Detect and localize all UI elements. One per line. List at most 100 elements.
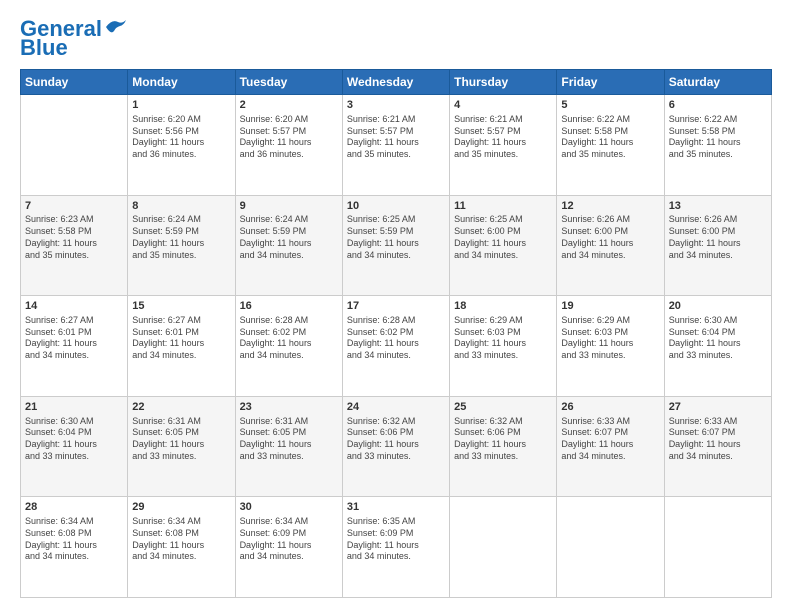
calendar-cell: 25Sunrise: 6:32 AM Sunset: 6:06 PM Dayli… [450, 396, 557, 497]
weekday-header-tuesday: Tuesday [235, 70, 342, 95]
week-row-4: 21Sunrise: 6:30 AM Sunset: 6:04 PM Dayli… [21, 396, 772, 497]
day-info: Sunrise: 6:28 AM Sunset: 6:02 PM Dayligh… [347, 315, 445, 362]
weekday-header-monday: Monday [128, 70, 235, 95]
day-number: 15 [132, 299, 230, 314]
day-number: 8 [132, 199, 230, 214]
calendar-cell: 16Sunrise: 6:28 AM Sunset: 6:02 PM Dayli… [235, 296, 342, 397]
day-info: Sunrise: 6:30 AM Sunset: 6:04 PM Dayligh… [669, 315, 767, 362]
calendar-cell: 20Sunrise: 6:30 AM Sunset: 6:04 PM Dayli… [664, 296, 771, 397]
day-number: 16 [240, 299, 338, 314]
day-number: 21 [25, 400, 123, 415]
day-info: Sunrise: 6:26 AM Sunset: 6:00 PM Dayligh… [561, 214, 659, 261]
day-number: 13 [669, 199, 767, 214]
calendar-cell: 26Sunrise: 6:33 AM Sunset: 6:07 PM Dayli… [557, 396, 664, 497]
day-info: Sunrise: 6:22 AM Sunset: 5:58 PM Dayligh… [561, 114, 659, 161]
day-number: 26 [561, 400, 659, 415]
calendar-cell: 29Sunrise: 6:34 AM Sunset: 6:08 PM Dayli… [128, 497, 235, 598]
weekday-header-thursday: Thursday [450, 70, 557, 95]
day-info: Sunrise: 6:20 AM Sunset: 5:57 PM Dayligh… [240, 114, 338, 161]
day-info: Sunrise: 6:32 AM Sunset: 6:06 PM Dayligh… [454, 416, 552, 463]
day-info: Sunrise: 6:33 AM Sunset: 6:07 PM Dayligh… [561, 416, 659, 463]
calendar-table: SundayMondayTuesdayWednesdayThursdayFrid… [20, 69, 772, 598]
calendar-cell [557, 497, 664, 598]
week-row-2: 7Sunrise: 6:23 AM Sunset: 5:58 PM Daylig… [21, 195, 772, 296]
day-info: Sunrise: 6:28 AM Sunset: 6:02 PM Dayligh… [240, 315, 338, 362]
logo-bird-icon [104, 17, 130, 37]
calendar-cell: 2Sunrise: 6:20 AM Sunset: 5:57 PM Daylig… [235, 95, 342, 196]
day-number: 28 [25, 500, 123, 515]
day-info: Sunrise: 6:33 AM Sunset: 6:07 PM Dayligh… [669, 416, 767, 463]
day-number: 22 [132, 400, 230, 415]
day-info: Sunrise: 6:34 AM Sunset: 6:08 PM Dayligh… [25, 516, 123, 563]
day-number: 17 [347, 299, 445, 314]
calendar-cell: 15Sunrise: 6:27 AM Sunset: 6:01 PM Dayli… [128, 296, 235, 397]
day-info: Sunrise: 6:34 AM Sunset: 6:09 PM Dayligh… [240, 516, 338, 563]
calendar-cell: 7Sunrise: 6:23 AM Sunset: 5:58 PM Daylig… [21, 195, 128, 296]
week-row-3: 14 Sunrise: 6:27 AM Sunset: 6:01 PM Dayli… [21, 296, 772, 397]
day-info: Sunrise: 6:26 AM Sunset: 6:00 PM Dayligh… [669, 214, 767, 261]
day-info: Sunrise: 6:23 AM Sunset: 5:58 PM Dayligh… [25, 214, 123, 261]
day-number: 5 [561, 98, 659, 113]
day-number: 23 [240, 400, 338, 415]
page: General Blue SundayMondayTuesdayWednesda… [0, 0, 792, 612]
calendar-cell: 6Sunrise: 6:22 AM Sunset: 5:58 PM Daylig… [664, 95, 771, 196]
weekday-header-sunday: Sunday [21, 70, 128, 95]
day-number: 2 [240, 98, 338, 113]
logo-wordmark: General Blue [20, 18, 130, 59]
day-number: 29 [132, 500, 230, 515]
calendar-cell: 28Sunrise: 6:34 AM Sunset: 6:08 PM Dayli… [21, 497, 128, 598]
day-number: 30 [240, 500, 338, 515]
day-number: 31 [347, 500, 445, 515]
weekday-header-wednesday: Wednesday [342, 70, 449, 95]
calendar-cell: 23Sunrise: 6:31 AM Sunset: 6:05 PM Dayli… [235, 396, 342, 497]
day-info: Sunrise: 6:24 AM Sunset: 5:59 PM Dayligh… [240, 214, 338, 261]
day-number: 19 [561, 299, 659, 314]
day-number: 24 [347, 400, 445, 415]
calendar-cell: 19Sunrise: 6:29 AM Sunset: 6:03 PM Dayli… [557, 296, 664, 397]
day-number: 11 [454, 199, 552, 214]
day-number: 12 [561, 199, 659, 214]
calendar-cell: 1Sunrise: 6:20 AM Sunset: 5:56 PM Daylig… [128, 95, 235, 196]
calendar-cell: 8Sunrise: 6:24 AM Sunset: 5:59 PM Daylig… [128, 195, 235, 296]
day-number: 14 [25, 299, 123, 314]
calendar-cell: 11Sunrise: 6:25 AM Sunset: 6:00 PM Dayli… [450, 195, 557, 296]
day-info: Sunrise: 6:21 AM Sunset: 5:57 PM Dayligh… [454, 114, 552, 161]
calendar-cell: 12Sunrise: 6:26 AM Sunset: 6:00 PM Dayli… [557, 195, 664, 296]
header: General Blue [20, 18, 772, 59]
calendar-cell: 17Sunrise: 6:28 AM Sunset: 6:02 PM Dayli… [342, 296, 449, 397]
calendar-cell: 14Sunrise: 6:27 AM Sunset: 6:01 PM Dayli… [21, 296, 128, 397]
day-number: 20 [669, 299, 767, 314]
weekday-header-row: SundayMondayTuesdayWednesdayThursdayFrid… [21, 70, 772, 95]
weekday-header-friday: Friday [557, 70, 664, 95]
day-info: Sunrise: 6:32 AM Sunset: 6:06 PM Dayligh… [347, 416, 445, 463]
week-row-5: 28Sunrise: 6:34 AM Sunset: 6:08 PM Dayli… [21, 497, 772, 598]
day-info: Sunrise: 6:35 AM Sunset: 6:09 PM Dayligh… [347, 516, 445, 563]
calendar-cell: 4Sunrise: 6:21 AM Sunset: 5:57 PM Daylig… [450, 95, 557, 196]
calendar-cell: 18Sunrise: 6:29 AM Sunset: 6:03 PM Dayli… [450, 296, 557, 397]
day-info: Sunrise: 6:25 AM Sunset: 6:00 PM Dayligh… [454, 214, 552, 261]
weekday-header-saturday: Saturday [664, 70, 771, 95]
calendar-cell: 10Sunrise: 6:25 AM Sunset: 5:59 PM Dayli… [342, 195, 449, 296]
week-row-1: 1Sunrise: 6:20 AM Sunset: 5:56 PM Daylig… [21, 95, 772, 196]
calendar-cell: 9Sunrise: 6:24 AM Sunset: 5:59 PM Daylig… [235, 195, 342, 296]
day-info: Sunrise: 6:22 AM Sunset: 5:58 PM Dayligh… [669, 114, 767, 161]
calendar-cell [21, 95, 128, 196]
day-number: 3 [347, 98, 445, 113]
day-number: 27 [669, 400, 767, 415]
day-info: Sunrise: 6:21 AM Sunset: 5:57 PM Dayligh… [347, 114, 445, 161]
day-number: 10 [347, 199, 445, 214]
day-info: Sunrise: 6:29 AM Sunset: 6:03 PM Dayligh… [561, 315, 659, 362]
day-info: Sunrise: 6:29 AM Sunset: 6:03 PM Dayligh… [454, 315, 552, 362]
day-info: Sunrise: 6:31 AM Sunset: 6:05 PM Dayligh… [132, 416, 230, 463]
day-info: Sunrise: 6:31 AM Sunset: 6:05 PM Dayligh… [240, 416, 338, 463]
calendar-cell: 24Sunrise: 6:32 AM Sunset: 6:06 PM Dayli… [342, 396, 449, 497]
logo: General Blue [20, 18, 130, 59]
day-info: Sunrise: 6:27 AM Sunset: 6:01 PM Dayligh… [132, 315, 230, 362]
day-info: Sunrise: 6:30 AM Sunset: 6:04 PM Dayligh… [25, 416, 123, 463]
day-number: 9 [240, 199, 338, 214]
calendar-cell [664, 497, 771, 598]
calendar-cell: 31Sunrise: 6:35 AM Sunset: 6:09 PM Dayli… [342, 497, 449, 598]
day-info: Sunrise: 6:34 AM Sunset: 6:08 PM Dayligh… [132, 516, 230, 563]
day-number: 1 [132, 98, 230, 113]
calendar-cell: 22Sunrise: 6:31 AM Sunset: 6:05 PM Dayli… [128, 396, 235, 497]
